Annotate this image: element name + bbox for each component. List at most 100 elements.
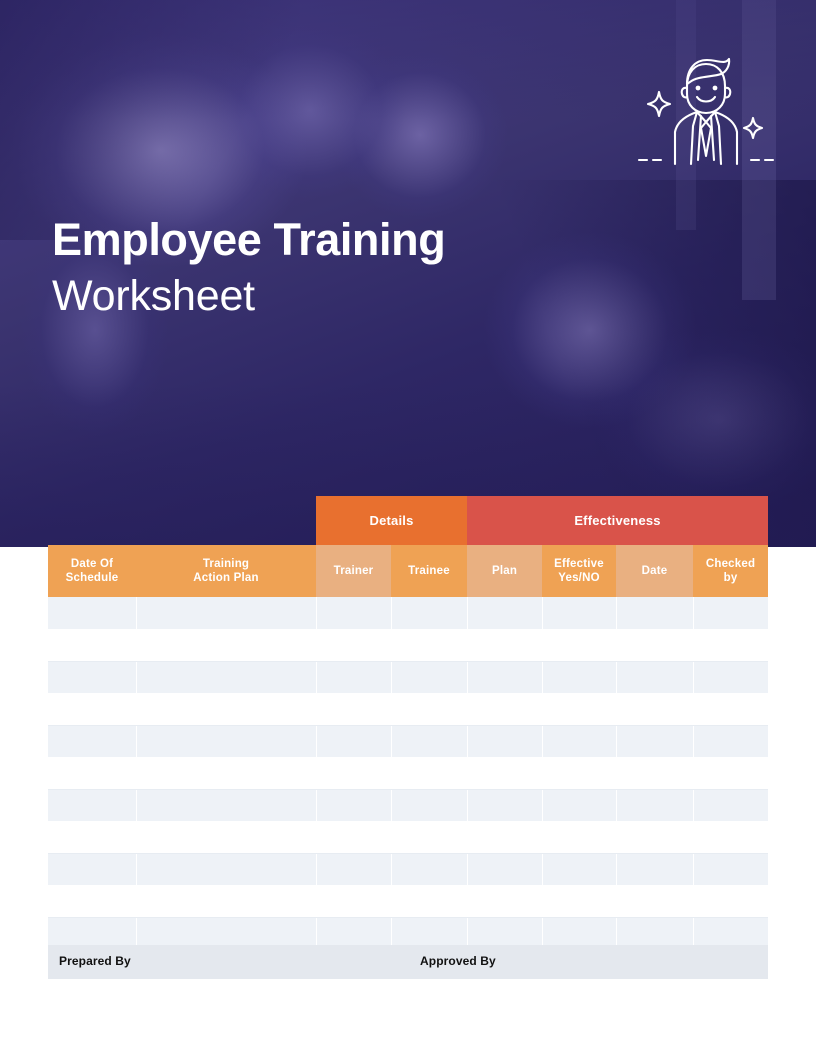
table-cell[interactable] — [136, 885, 317, 918]
hero-banner: Employee Training Worksheet — [0, 0, 816, 547]
table-row[interactable] — [48, 885, 769, 918]
table-cell[interactable] — [616, 661, 694, 694]
worksheet-table-wrap: Details Effectiveness Date Of Schedule T… — [48, 496, 769, 950]
table-cell[interactable] — [136, 757, 317, 790]
table-cell[interactable] — [316, 821, 392, 854]
table-cell[interactable] — [316, 629, 392, 662]
table-cell[interactable] — [542, 789, 617, 822]
table-cell[interactable] — [542, 725, 617, 758]
table-cell[interactable] — [391, 853, 468, 886]
table-cell[interactable] — [467, 725, 543, 758]
table-cell[interactable] — [136, 629, 317, 662]
table-cell[interactable] — [391, 885, 468, 918]
table-cell[interactable] — [542, 821, 617, 854]
table-cell[interactable] — [391, 661, 468, 694]
table-cell[interactable] — [48, 693, 137, 726]
table-cell[interactable] — [391, 693, 468, 726]
table-cell[interactable] — [693, 853, 769, 886]
table-cell[interactable] — [467, 853, 543, 886]
table-cell[interactable] — [391, 757, 468, 790]
table-cell[interactable] — [616, 821, 694, 854]
table-cell[interactable] — [616, 693, 694, 726]
table-cell[interactable] — [136, 853, 317, 886]
table-cell[interactable] — [316, 789, 392, 822]
table-cell[interactable] — [48, 597, 137, 630]
table-row[interactable] — [48, 725, 769, 758]
table-row[interactable] — [48, 821, 769, 854]
table-row[interactable] — [48, 661, 769, 694]
table-cell[interactable] — [48, 757, 137, 790]
table-cell[interactable] — [316, 597, 392, 630]
column-header-trainee: Trainee — [391, 545, 467, 597]
table-cell[interactable] — [316, 725, 392, 758]
table-cell[interactable] — [467, 629, 543, 662]
table-cell[interactable] — [48, 661, 137, 694]
column-header-line1: Plan — [491, 565, 518, 577]
table-cell[interactable] — [316, 661, 392, 694]
table-cell[interactable] — [391, 597, 468, 630]
table-cell[interactable] — [48, 629, 137, 662]
table-cell[interactable] — [316, 693, 392, 726]
table-cell[interactable] — [693, 789, 769, 822]
table-cell[interactable] — [542, 885, 617, 918]
table-cell[interactable] — [693, 821, 769, 854]
column-header-line2: Schedule — [65, 572, 119, 584]
table-cell[interactable] — [542, 853, 617, 886]
table-cell[interactable] — [693, 693, 769, 726]
table-cell[interactable] — [467, 661, 543, 694]
table-cell[interactable] — [136, 661, 317, 694]
table-cell[interactable] — [391, 725, 468, 758]
table-cell[interactable] — [542, 757, 617, 790]
table-row[interactable] — [48, 757, 769, 790]
table-cell[interactable] — [48, 853, 137, 886]
table-cell[interactable] — [467, 885, 543, 918]
table-cell[interactable] — [391, 629, 468, 662]
column-header-row: Date Of Schedule Training Action Plan Tr… — [48, 545, 769, 597]
table-cell[interactable] — [316, 757, 392, 790]
table-cell[interactable] — [467, 789, 543, 822]
column-header-effective-yes-no: Effective Yes/NO — [542, 545, 616, 597]
table-cell[interactable] — [616, 597, 694, 630]
table-cell[interactable] — [316, 885, 392, 918]
table-cell[interactable] — [542, 693, 617, 726]
table-cell[interactable] — [136, 693, 317, 726]
table-cell[interactable] — [48, 725, 137, 758]
table-cell[interactable] — [391, 821, 468, 854]
table-cell[interactable] — [48, 885, 137, 918]
table-cell[interactable] — [542, 597, 617, 630]
table-row[interactable] — [48, 853, 769, 886]
table-cell[interactable] — [693, 885, 769, 918]
table-head: Details Effectiveness Date Of Schedule T… — [48, 496, 769, 597]
table-cell[interactable] — [542, 629, 617, 662]
table-cell[interactable] — [136, 821, 317, 854]
table-row[interactable] — [48, 789, 769, 822]
table-cell[interactable] — [316, 853, 392, 886]
table-cell[interactable] — [467, 597, 543, 630]
table-cell[interactable] — [616, 885, 694, 918]
table-cell[interactable] — [48, 821, 137, 854]
table-cell[interactable] — [136, 789, 317, 822]
table-cell[interactable] — [616, 629, 694, 662]
table-cell[interactable] — [616, 853, 694, 886]
table-cell[interactable] — [693, 757, 769, 790]
table-cell[interactable] — [693, 597, 769, 630]
table-cell[interactable] — [693, 661, 769, 694]
table-row[interactable] — [48, 629, 769, 662]
table-cell[interactable] — [693, 629, 769, 662]
table-cell[interactable] — [467, 757, 543, 790]
title-line-2: Worksheet — [52, 272, 255, 320]
column-header-line1: Date — [641, 565, 668, 577]
table-row[interactable] — [48, 693, 769, 726]
table-cell[interactable] — [391, 789, 468, 822]
table-cell[interactable] — [136, 597, 317, 630]
table-cell[interactable] — [616, 757, 694, 790]
table-cell[interactable] — [467, 821, 543, 854]
table-cell[interactable] — [48, 789, 137, 822]
table-cell[interactable] — [616, 725, 694, 758]
table-cell[interactable] — [467, 693, 543, 726]
table-cell[interactable] — [693, 725, 769, 758]
table-cell[interactable] — [542, 661, 617, 694]
table-cell[interactable] — [616, 789, 694, 822]
table-cell[interactable] — [136, 725, 317, 758]
table-row[interactable] — [48, 597, 769, 630]
